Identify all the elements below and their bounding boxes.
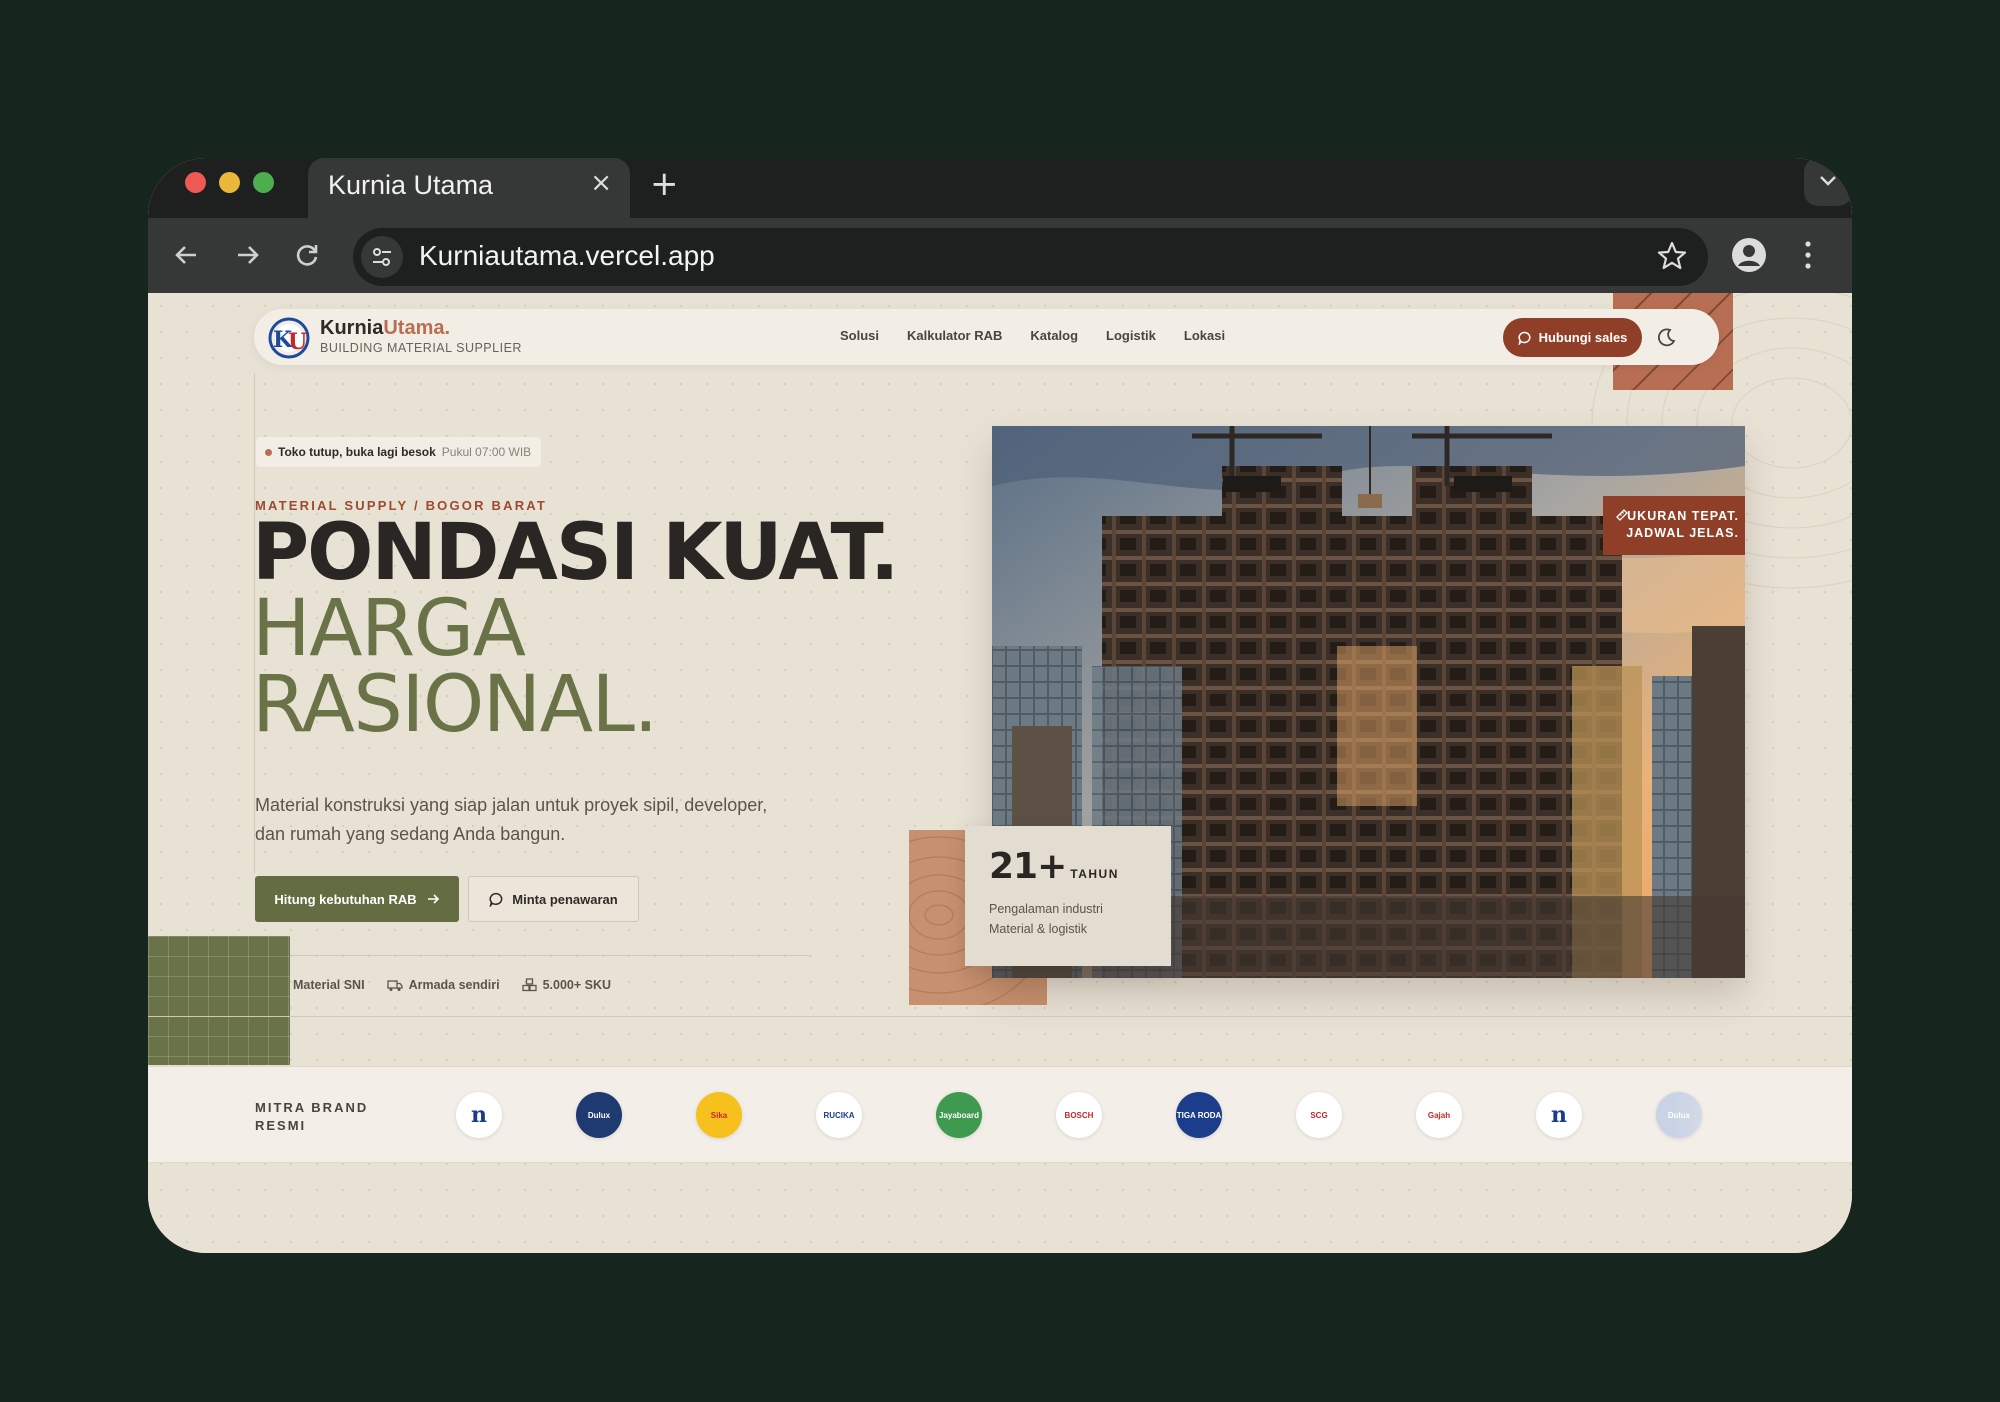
brand-wordmark[interactable]: KurniaUtama. BUILDING MATERIAL SUPPLIER xyxy=(320,317,522,355)
callout-line-2: JADWAL JELAS. xyxy=(1626,526,1739,540)
svg-text:U: U xyxy=(288,329,307,355)
profile-avatar-icon[interactable] xyxy=(1731,237,1767,273)
decorative-grid-block xyxy=(148,936,290,1065)
contact-sales-button[interactable]: Hubungi sales xyxy=(1503,318,1642,357)
more-menu-icon[interactable] xyxy=(1803,237,1813,273)
stat-number: 21+ xyxy=(989,846,1067,887)
site-info-button[interactable] xyxy=(361,236,403,278)
url-text[interactable]: Kurniautama.vercel.app xyxy=(419,240,715,272)
ruler-icon xyxy=(1616,509,1628,521)
feature-list: Material SNI Armada sendiri 5.000+ SKU xyxy=(273,978,611,992)
truck-icon xyxy=(386,979,403,991)
brand-logo[interactable]: SCG xyxy=(1296,1092,1342,1138)
request-quote-label: Minta penawaran xyxy=(512,891,618,907)
close-window-button[interactable] xyxy=(185,172,206,193)
chat-bubble-icon xyxy=(1517,331,1531,345)
chevron-down-icon xyxy=(1820,176,1836,186)
menu-item-solusi[interactable]: Solusi xyxy=(840,328,879,343)
brand-logo[interactable]: n xyxy=(456,1092,502,1138)
kurnia-utama-logo[interactable]: K U xyxy=(268,317,310,359)
forward-button[interactable] xyxy=(228,236,266,274)
brand-logo[interactable]: TIGA RODA xyxy=(1176,1092,1222,1138)
browser-window: Kurnia Utama × + Kurniautama.vercel.app xyxy=(148,158,1852,1253)
tab-search-button[interactable] xyxy=(1804,158,1852,206)
arrow-right-icon xyxy=(427,894,439,904)
experience-stat-card: 21+ TAHUN Pengalaman industri Material & … xyxy=(965,826,1171,966)
menu-item-katalog[interactable]: Katalog xyxy=(1030,328,1078,343)
brand-logo[interactable]: Gajah xyxy=(1416,1092,1462,1138)
request-quote-button[interactable]: Minta penawaran xyxy=(468,876,639,922)
brand-partners-label: MITRA BRAND RESMI xyxy=(255,1100,369,1133)
hero-divider xyxy=(255,955,810,956)
bookmark-star-icon[interactable] xyxy=(1656,240,1688,272)
web-page: K U KurniaUtama. BUILDING MATERIAL SUPPL… xyxy=(148,293,1852,1253)
boxes-icon xyxy=(521,978,537,992)
brand-logo[interactable]: Jayaboard xyxy=(936,1092,982,1138)
main-menu: Solusi Kalkulator RAB Katalog Logistik L… xyxy=(840,328,1225,343)
menu-item-logistik[interactable]: Logistik xyxy=(1106,328,1156,343)
feature-sku: 5.000+ SKU xyxy=(521,978,611,992)
hero-headline: PONDASI KUAT. HARGA RASIONAL. xyxy=(252,508,900,750)
callout-line-1: UKURAN TEPAT. xyxy=(1627,509,1739,523)
reload-button[interactable] xyxy=(288,236,326,274)
tab-close-button[interactable]: × xyxy=(590,168,612,198)
stat-description: Pengalaman industri Material & logistik xyxy=(989,902,1103,936)
brand-logo-row: n Dulux Sika RUCIKA Jayaboard BOSCH TIGA RODA S… xyxy=(456,1092,1702,1138)
arrow-right-icon xyxy=(238,246,259,264)
headline-line-3: RASIONAL. xyxy=(252,660,658,750)
headline-line-1: PONDASI KUAT. xyxy=(252,508,900,598)
maximize-window-button[interactable] xyxy=(253,172,274,193)
tune-icon xyxy=(373,248,391,266)
back-button[interactable] xyxy=(168,236,206,274)
address-bar[interactable]: Kurniautama.vercel.app xyxy=(353,228,1708,286)
brand-logo[interactable]: n xyxy=(1536,1092,1582,1138)
store-status-badge: Toko tutup, buka lagi besok Pukul 07:00 … xyxy=(256,437,542,467)
logo-fade-overlay xyxy=(1672,1067,1852,1162)
brand-partners-strip: MITRA BRAND RESMI n Dulux Sika RUCIKA Jayabo… xyxy=(148,1066,1852,1163)
headline-line-2: HARGA xyxy=(252,584,526,674)
moon-icon[interactable] xyxy=(1655,325,1679,349)
brand-logo[interactable]: Sika xyxy=(696,1092,742,1138)
browser-toolbar: Kurniautama.vercel.app xyxy=(148,218,1852,293)
active-tab[interactable]: Kurnia Utama × xyxy=(308,158,630,218)
brand-name: KurniaUtama. xyxy=(320,317,451,339)
calculate-rab-button[interactable]: Hitung kebutuhan RAB xyxy=(255,876,459,922)
hero-description: Material konstruksi yang siap jalan untu… xyxy=(255,795,768,844)
section-divider xyxy=(148,1016,1852,1017)
brand-tagline: BUILDING MATERIAL SUPPLIER xyxy=(320,341,522,355)
new-tab-button[interactable]: + xyxy=(650,164,679,204)
image-callout-tag: UKURAN TEPAT. JADWAL JELAS. xyxy=(1603,496,1745,555)
stat-unit: TAHUN xyxy=(1070,867,1119,881)
brand-logo[interactable]: BOSCH xyxy=(1056,1092,1102,1138)
site-navbar: K U KurniaUtama. BUILDING MATERIAL SUPPL… xyxy=(254,309,1719,365)
brand-logo[interactable]: Dulux xyxy=(576,1092,622,1138)
calculate-rab-label: Hitung kebutuhan RAB xyxy=(274,891,417,907)
menu-item-kalkulator-rab[interactable]: Kalkulator RAB xyxy=(907,328,1002,343)
tab-title: Kurnia Utama xyxy=(328,170,494,200)
brand-logo[interactable]: RUCIKA xyxy=(816,1092,862,1138)
feature-fleet: Armada sendiri xyxy=(386,978,500,992)
reload-icon xyxy=(296,245,318,266)
menu-item-lokasi[interactable]: Lokasi xyxy=(1184,328,1225,343)
tab-strip: Kurnia Utama × + xyxy=(148,158,1852,218)
arrow-left-icon xyxy=(175,246,196,264)
chat-bubble-icon xyxy=(489,892,503,907)
contact-sales-label: Hubungi sales xyxy=(1538,330,1628,345)
minimize-window-button[interactable] xyxy=(219,172,240,193)
